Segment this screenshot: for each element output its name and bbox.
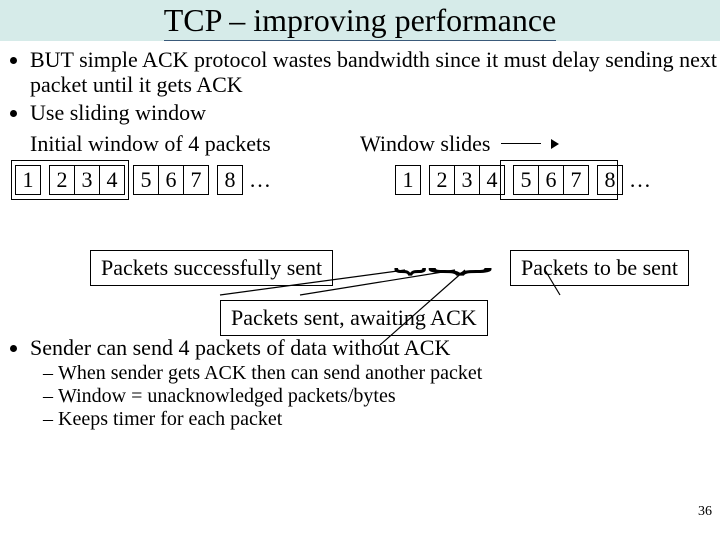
packet-cell: 2 xyxy=(429,165,455,195)
packet-cell: 3 xyxy=(74,165,100,195)
label-window-slides: Window slides xyxy=(360,131,559,157)
window-labels: Initial window of 4 packets Window slide… xyxy=(0,131,720,157)
packet-cell: 7 xyxy=(183,165,209,195)
arrow-right-icon xyxy=(501,143,541,144)
packet-cell: 5 xyxy=(513,165,539,195)
packet-row-right: 1 2 3 4 5 6 7 8 … xyxy=(395,165,651,195)
top-bullets: BUT simple ACK protocol wastes bandwidth… xyxy=(0,47,720,125)
slide-title-band: TCP – improving performance xyxy=(0,0,720,41)
packet-row-left: 1 2 3 4 5 6 7 8 … xyxy=(15,165,375,195)
packet-cell: 1 xyxy=(395,165,421,195)
box-packets-sent: Packets successfully sent xyxy=(90,250,333,286)
packet-cell: 6 xyxy=(538,165,564,195)
packet-cell: 7 xyxy=(563,165,589,195)
slide-title: TCP – improving performance xyxy=(164,2,557,41)
label-slides-text: Window slides xyxy=(360,131,491,157)
ellipsis: … xyxy=(249,167,271,193)
bullet-top-1: BUT simple ACK protocol wastes bandwidth… xyxy=(30,47,720,98)
packet-cell: 5 xyxy=(133,165,159,195)
ellipsis: … xyxy=(629,167,651,193)
arrow-head-icon xyxy=(551,139,559,149)
page-number: 36 xyxy=(698,504,712,520)
sub-bullet: When sender gets ACK then can send anoth… xyxy=(58,362,720,385)
label-initial-window: Initial window of 4 packets xyxy=(30,131,360,157)
packet-cell: 4 xyxy=(479,165,505,195)
box-packets-to-be-sent: Packets to be sent xyxy=(510,250,689,286)
packet-cell: 8 xyxy=(597,165,623,195)
box-packets-awaiting: Packets sent, awaiting ACK xyxy=(220,300,488,336)
packet-cell: 6 xyxy=(158,165,184,195)
packet-cell: 8 xyxy=(217,165,243,195)
packet-cell: 2 xyxy=(49,165,75,195)
packet-rows: 1 2 3 4 5 6 7 8 … 1 2 3 4 5 6 7 8 … xyxy=(0,165,720,195)
sub-bullet: Window = unacknowledged packets/bytes xyxy=(58,385,720,408)
bottom-sub-bullets: When sender gets ACK then can send anoth… xyxy=(30,362,720,431)
packet-cell: 1 xyxy=(15,165,41,195)
bottom-bullets: Sender can send 4 packets of data withou… xyxy=(0,335,720,431)
callouts: Packets successfully sent Packets to be … xyxy=(0,195,720,345)
packet-cell: 3 xyxy=(454,165,480,195)
bullet-top-2: Use sliding window xyxy=(30,100,720,125)
sub-bullet: Keeps timer for each packet xyxy=(58,408,720,431)
packet-cell: 4 xyxy=(99,165,125,195)
